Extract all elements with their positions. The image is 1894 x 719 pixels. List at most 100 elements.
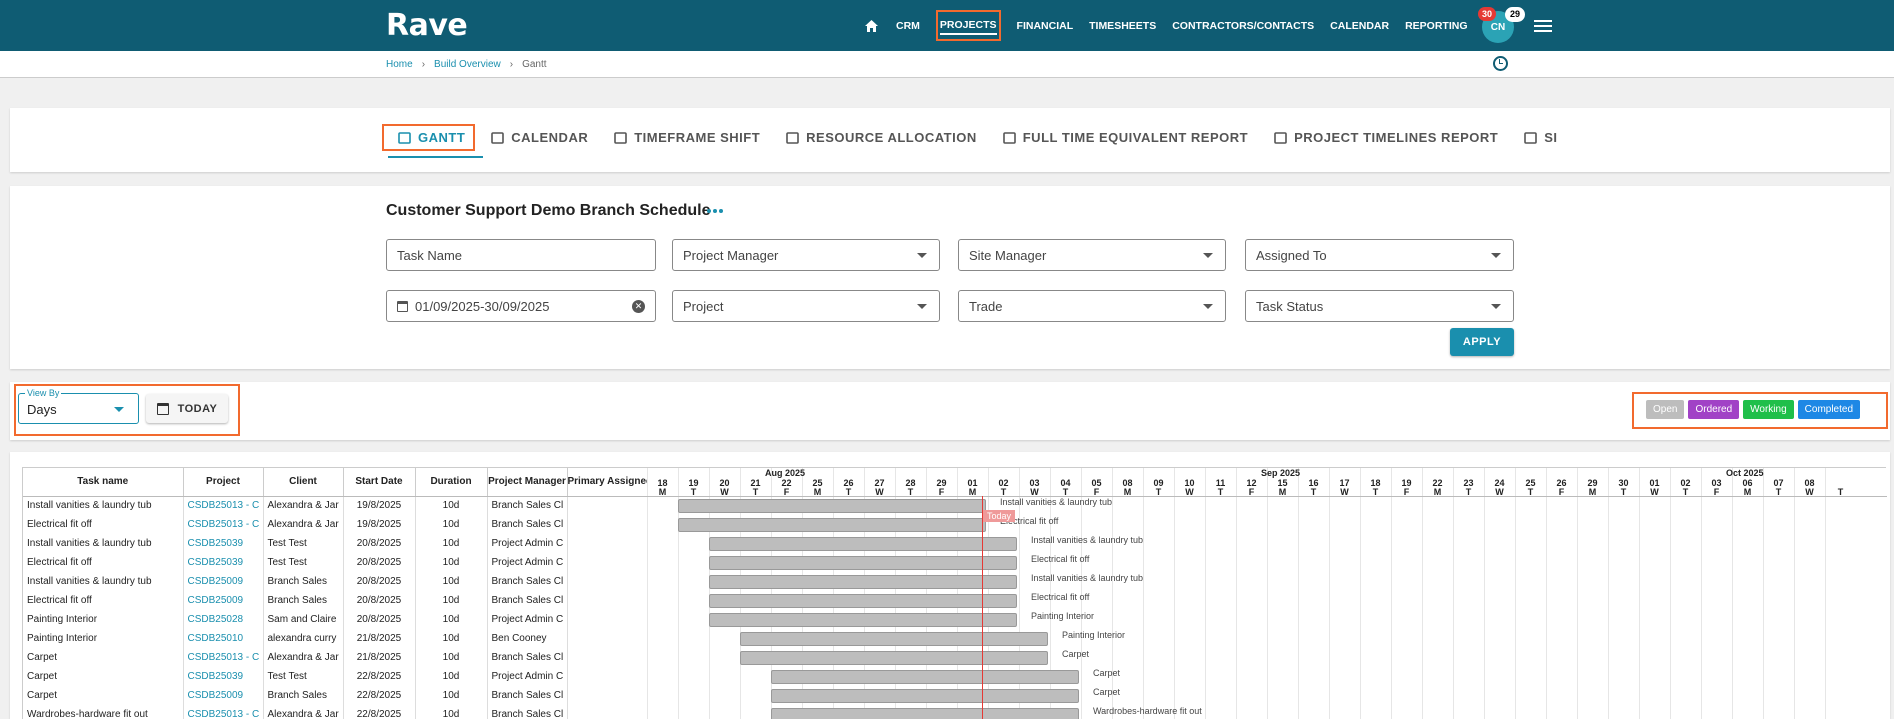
cell-task: Electrical fit off	[23, 591, 184, 610]
weekday-label: T	[752, 487, 759, 497]
column-header[interactable]: Project Manager	[487, 468, 568, 497]
month-label: Oct 2025	[1726, 468, 1764, 478]
task-bar[interactable]	[740, 651, 1048, 665]
table-row[interactable]: Install vanities & laundry tub CSDB25039 T…	[23, 534, 648, 553]
table-row[interactable]: Install vanities & laundry tub CSDB25013 …	[23, 496, 648, 515]
table-row[interactable]: Electrical fit off CSDB25039 Test Test 20/8…	[23, 553, 648, 572]
task-bar[interactable]	[740, 632, 1048, 646]
cell-project[interactable]: CSDB25039	[183, 667, 264, 686]
task-bar[interactable]	[678, 499, 986, 513]
assigned-to-select[interactable]: Assigned To	[1245, 239, 1514, 271]
nav-item-contractors-contacts[interactable]: CONTRACTORS/CONTACTS	[1172, 20, 1314, 32]
day-column-line	[1453, 468, 1454, 719]
date-range-input[interactable]: 01/09/2025-30/09/2025 ✕	[386, 290, 656, 322]
nav-item-timesheets[interactable]: TIMESHEETS	[1089, 20, 1156, 32]
hamburger-menu-icon[interactable]	[1533, 17, 1552, 35]
rave-logo[interactable]: Rave	[386, 8, 468, 43]
column-header[interactable]: Task name	[23, 468, 184, 497]
cell-start: 19/8/2025	[343, 496, 416, 515]
tab-si[interactable]: SI	[1524, 130, 1557, 145]
day-label: 17	[1339, 478, 1350, 488]
table-row[interactable]: Electrical fit off CSDB25013 - C Alexandra…	[23, 515, 648, 534]
task-bar[interactable]	[709, 556, 1017, 570]
column-header[interactable]: Primary Assignee	[567, 468, 648, 497]
nav-item-reporting[interactable]: REPORTING	[1405, 20, 1467, 32]
cell-start: 22/8/2025	[343, 705, 416, 719]
notification-badge[interactable]: 30	[1478, 7, 1496, 21]
cell-project[interactable]: CSDB25009	[183, 591, 264, 610]
task-bar[interactable]	[771, 708, 1079, 719]
breadcrumb-build-overview[interactable]: Build Overview	[434, 59, 501, 70]
table-row[interactable]: Carpet CSDB25039 Test Test 22/8/2025 10d Proj…	[23, 667, 648, 686]
site-manager-select[interactable]: Site Manager	[958, 239, 1226, 271]
nav-item-calendar[interactable]: CALENDAR	[1330, 20, 1389, 32]
weekday-label: F	[1093, 487, 1100, 497]
task-bar[interactable]	[709, 613, 1017, 627]
nav-item-crm[interactable]: CRM	[896, 20, 920, 32]
cell-project[interactable]: CSDB25039	[183, 534, 264, 553]
table-row[interactable]: Wardrobes-hardware fit out CSDB25013 - CA…	[23, 705, 648, 719]
schedule-title: Customer Support Demo Branch Schedule	[386, 202, 711, 219]
table-row[interactable]: Carpet CSDB25009 Branch Sales 22/8/2025 10d B…	[23, 686, 648, 705]
project-select[interactable]: Project	[672, 290, 940, 322]
column-header[interactable]: Project	[183, 468, 264, 497]
breadcrumb-home[interactable]: Home	[386, 59, 413, 70]
tab-full-time-equivalent-report[interactable]: FULL TIME EQUIVALENT REPORT	[1002, 130, 1248, 145]
task-bar[interactable]	[771, 689, 1079, 703]
column-header[interactable]: Client	[263, 468, 344, 497]
task-bar[interactable]	[771, 670, 1079, 684]
home-icon[interactable]	[860, 15, 882, 37]
cell-client: Branch Sales	[263, 591, 344, 610]
tab-project-timelines-report[interactable]: PROJECT TIMELINES REPORT	[1274, 130, 1498, 145]
weekday-label: T	[1000, 487, 1007, 497]
more-options-icon[interactable]	[707, 209, 725, 213]
tab-calendar[interactable]: CALENDAR	[491, 130, 588, 145]
tab-gantt[interactable]: GANTT	[382, 123, 484, 158]
table-row[interactable]: Painting Interior CSDB25010 alexandra curr…	[23, 629, 648, 648]
task-bar[interactable]	[709, 594, 1017, 608]
cell-project[interactable]: CSDB25013 - C	[183, 515, 264, 534]
breadcrumb-bar: Home › Build Overview › Gantt	[0, 51, 1894, 78]
clear-icon[interactable]: ✕	[632, 300, 645, 313]
cell-project[interactable]: CSDB25039	[183, 553, 264, 572]
cell-project[interactable]: CSDB25009	[183, 572, 264, 591]
cell-project[interactable]: CSDB25013 - C	[183, 648, 264, 667]
table-row[interactable]: Electrical fit off CSDB25009 Branch Sales 2…	[23, 591, 648, 610]
project-manager-select[interactable]: Project Manager	[672, 239, 940, 271]
message-badge[interactable]: 29	[1505, 7, 1525, 22]
day-label: 29	[936, 478, 947, 488]
task-bar[interactable]	[709, 575, 1017, 589]
table-row[interactable]: Carpet CSDB25013 - C Alexandra & Jar 21/8/2…	[23, 648, 648, 667]
task-bar[interactable]	[709, 537, 1017, 551]
cell-project[interactable]: CSDB25013 - C	[183, 496, 264, 515]
weekday-label: T	[1527, 487, 1534, 497]
cell-duration: 10d	[415, 629, 488, 648]
table-row[interactable]: Painting Interior CSDB25028 Sam and Claire…	[23, 610, 648, 629]
nav-item-label: TIMESHEETS	[1089, 19, 1157, 32]
cell-project[interactable]: CSDB25009	[183, 686, 264, 705]
task-name-input[interactable]: Task Name	[386, 239, 656, 271]
apply-button[interactable]: APPLY	[1450, 328, 1514, 356]
table-row[interactable]: Install vanities & laundry tub CSDB25009 B…	[23, 572, 648, 591]
column-header[interactable]: Start Date	[343, 468, 416, 497]
cell-start: 19/8/2025	[343, 515, 416, 534]
cell-project[interactable]: CSDB25013 - C	[183, 705, 264, 719]
view-by-select[interactable]: View By Days	[18, 388, 139, 424]
history-clock-icon[interactable]	[1493, 56, 1508, 71]
tab-resource-allocation[interactable]: RESOURCE ALLOCATION	[786, 130, 977, 145]
day-label: 15	[1277, 478, 1288, 488]
day-column-line	[1112, 468, 1113, 719]
column-header[interactable]: Duration	[415, 468, 488, 497]
task-status-select[interactable]: Task Status	[1245, 290, 1514, 322]
nav-item-financial[interactable]: FINANCIAL	[1017, 20, 1074, 32]
nav-item-projects[interactable]: PROJECTS	[935, 10, 1001, 41]
weekday-label: T	[1837, 487, 1844, 497]
task-bar[interactable]	[678, 518, 986, 532]
cell-project[interactable]: CSDB25010	[183, 629, 264, 648]
day-label: 06	[1742, 478, 1753, 488]
trade-select[interactable]: Trade	[958, 290, 1226, 322]
cell-project[interactable]: CSDB25028	[183, 610, 264, 629]
cell-task: Painting Interior	[23, 629, 184, 648]
tab-timeframe-shift[interactable]: TIMEFRAME SHIFT	[614, 130, 760, 145]
today-button[interactable]: TODAY	[146, 394, 228, 423]
